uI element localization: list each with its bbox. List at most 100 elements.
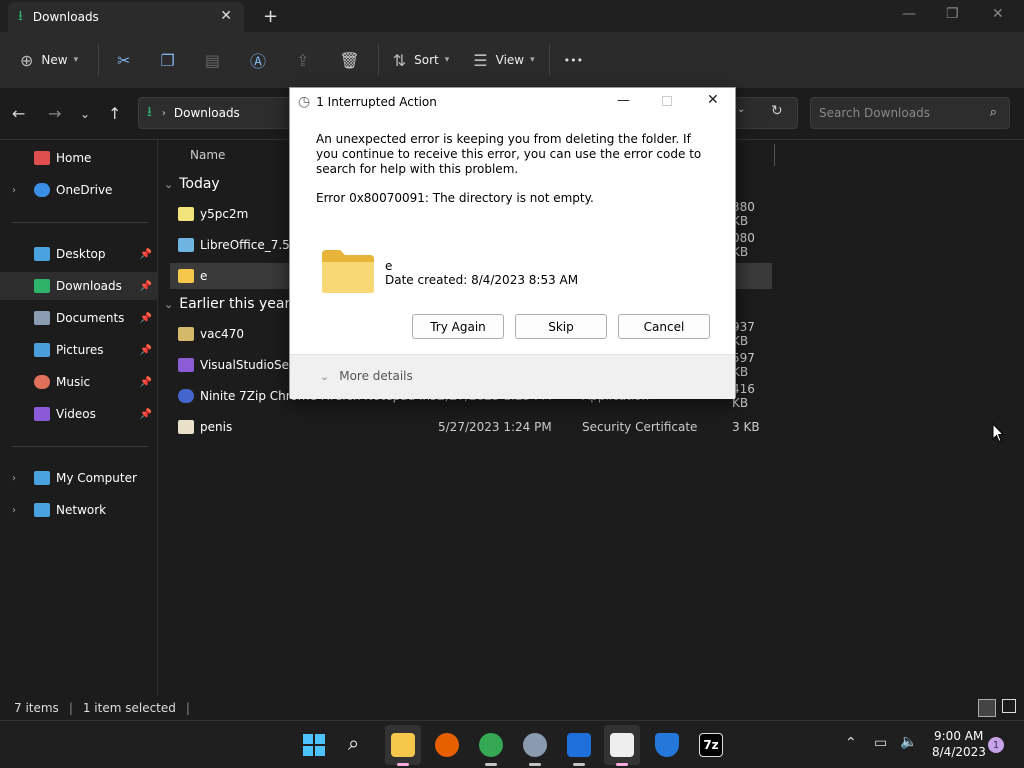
chrome-icon[interactable] [479,733,503,757]
sidebar-label: Music [56,375,91,389]
sidebar-item-videos[interactable]: Videos 📌 [0,400,158,428]
sidebar-label: Home [56,151,92,165]
sidebar-item-music[interactable]: Music 📌 [0,368,158,396]
view-list-icon: ☰ [473,50,488,70]
chevron-down-icon: ⌄ [320,369,330,383]
search-icon[interactable]: ⌕ [348,731,359,755]
sidebar-item-home[interactable]: Home [0,144,158,172]
expand-chevron-icon[interactable]: › [12,185,16,196]
breadcrumb-chevron-icon: › [161,107,166,119]
sidebar-item-documents[interactable]: Documents 📌 [0,304,158,332]
sidebar-item-pictures[interactable]: Pictures 📌 [0,336,158,364]
download-icon [34,279,50,293]
more-options-icon[interactable]: ••• [564,54,583,67]
windows-security-icon[interactable] [655,733,679,757]
recent-chevron-icon[interactable]: ⌄ [80,107,90,121]
sidebar-item-network[interactable]: › Network [0,496,158,524]
volume-icon[interactable]: 🔈 [900,734,917,750]
delete-icon[interactable]: 🗑 [339,51,359,70]
pin-icon[interactable]: 📌 [140,281,152,292]
running-indicator [485,763,497,766]
try-again-button[interactable]: Try Again [412,314,504,339]
search-icon: ⌕ [989,105,997,120]
visual-studio-icon [178,358,194,372]
share-icon[interactable]: ⇪ [296,51,309,70]
libreoffice-writer-icon[interactable] [567,733,591,757]
tab-downloads[interactable]: ⭳ Downloads ✕ [8,2,244,32]
maximize-button[interactable]: ❐ [946,6,959,22]
tab-title: Downloads [32,10,99,24]
rename-icon[interactable]: Ⓐ [250,48,266,72]
pin-icon[interactable]: 📌 [140,377,152,388]
view-button[interactable]: ☰ View ▾ [473,51,534,70]
copy-icon[interactable]: ❐ [161,51,175,70]
skip-button[interactable]: Skip [515,314,607,339]
sidebar-item-desktop[interactable]: Desktop 📌 [0,240,158,268]
windows-start-icon[interactable] [302,733,326,757]
group-earlier-this-year[interactable]: ⌄ Earlier this year [164,296,290,312]
sidebar-item-onedrive[interactable]: › OneDrive [0,176,158,204]
search-input[interactable]: Search Downloads ⌕ [810,97,1010,129]
sidebar-label: My Computer [56,471,137,485]
active-indicator [397,763,409,766]
clock-date[interactable]: 8/4/2023 [932,745,986,759]
pin-icon[interactable]: 📌 [140,249,152,260]
new-tab-button[interactable]: + [263,6,278,27]
file-row[interactable]: penis 5/27/2023 1:24 PM Security Certifi… [170,414,772,440]
expand-chevron-icon[interactable]: › [12,505,16,516]
dialog-minimize-button[interactable]: — [617,93,630,108]
minimize-button[interactable]: — [902,6,916,22]
up-arrow-icon[interactable]: ↑ [108,104,121,123]
close-window-button[interactable]: ✕ [992,6,1004,22]
computer-icon [34,471,50,485]
column-divider[interactable] [774,144,775,166]
file-size: 597 KB [732,351,755,379]
details-view-icon[interactable] [978,699,996,717]
libreoffice-taskbar-button[interactable] [604,725,640,765]
seven-zip-icon[interactable]: 7z [699,733,723,757]
address-dropdown-icon[interactable]: ⌄ [737,104,745,115]
file-size: 3 KB [732,420,760,434]
item-count: 7 items [14,701,59,715]
file-size: 080 KB [732,231,755,259]
new-button[interactable]: ⊕ New ▾ [20,51,78,70]
show-hidden-icons-chevron[interactable]: ⌃ [845,735,857,751]
expand-chevron-icon[interactable]: › [12,473,16,484]
sidebar-divider [12,446,148,447]
dialog-maximize-button[interactable] [662,96,672,106]
settings-gear-icon[interactable] [523,733,547,757]
breadcrumb-downloads[interactable]: Downloads [174,106,240,120]
notification-badge[interactable]: 1 [988,737,1004,753]
cloud-icon [34,183,50,197]
close-tab-icon[interactable]: ✕ [220,8,232,24]
sidebar-item-my-computer[interactable]: › My Computer [0,464,158,492]
installer-icon [178,238,194,252]
ninite-icon [178,389,194,403]
pin-icon[interactable]: 📌 [140,313,152,324]
pin-icon[interactable]: 📌 [140,409,152,420]
file-explorer-taskbar-button[interactable] [385,725,421,765]
back-arrow-icon[interactable]: ← [12,104,25,123]
clock-icon: ◷ [298,94,311,110]
refresh-icon[interactable]: ↻ [771,103,783,119]
firefox-icon[interactable] [435,733,459,757]
sidebar-item-downloads[interactable]: Downloads 📌 [0,272,158,300]
forward-arrow-icon[interactable]: → [48,104,61,123]
group-label: Earlier this year [179,296,291,312]
file-name: penis [200,420,233,434]
pin-icon[interactable]: 📌 [140,345,152,356]
paste-icon[interactable]: ▤ [205,51,220,70]
document-icon [34,311,50,325]
file-explorer-icon [391,733,415,757]
cancel-button[interactable]: Cancel [618,314,710,339]
sort-button[interactable]: ⇅ Sort ▾ [393,51,450,70]
network-icon[interactable]: ▭ [874,735,887,751]
large-icons-view-icon[interactable] [1002,699,1016,713]
clock-time[interactable]: 9:00 AM [934,729,983,743]
column-header-name[interactable]: Name [190,148,225,162]
group-today[interactable]: ⌄ Today [164,176,220,192]
dialog-close-button[interactable]: ✕ [707,92,719,108]
certificate-icon [178,420,194,434]
cut-icon[interactable]: ✂ [117,51,130,70]
more-details-toggle[interactable]: ⌄ More details [320,369,413,383]
